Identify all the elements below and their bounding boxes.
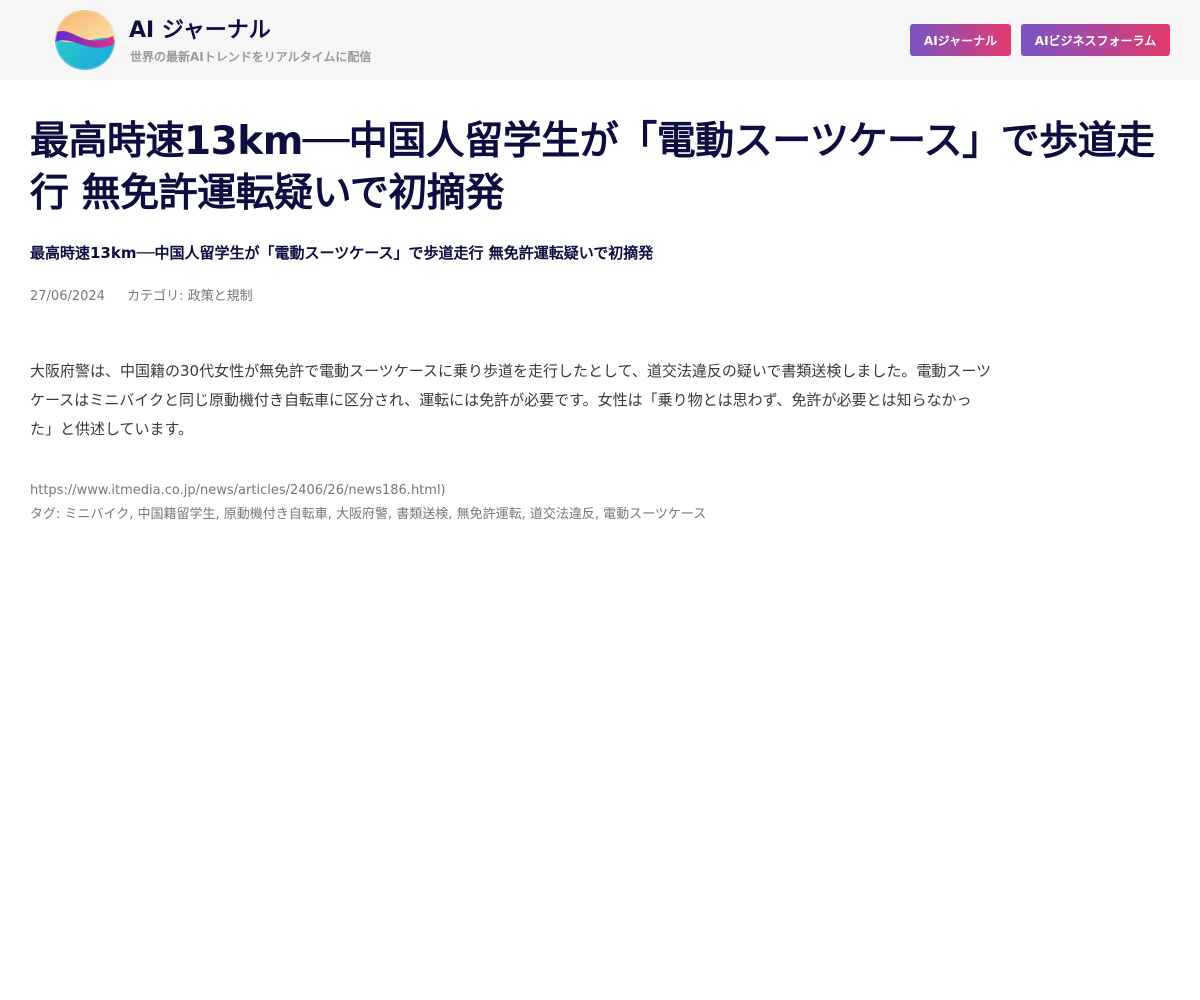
article: 最高時速13km──中国人留学生が「電動スーツケース」で歩道走行 無免許運転疑い…	[30, 116, 1170, 527]
source-link[interactable]: https://www.itmedia.co.jp/news/articles/…	[30, 479, 1170, 503]
site-title[interactable]: AI ジャーナル	[129, 17, 271, 45]
nav-button-ai-journal[interactable]: AIジャーナル	[910, 24, 1011, 56]
article-tags[interactable]: タグ: ミニバイク, 中国籍留学生, 原動機付き自転車, 大阪府警, 書類送検,…	[30, 503, 1170, 527]
article-title: 最高時速13km──中国人留学生が「電動スーツケース」で歩道走行 無免許運転疑い…	[30, 119, 1155, 216]
article-date: 27/06/2024	[30, 289, 105, 304]
site-header: AI ジャーナル 世界の最新AIトレンドをリアルタイムに配信 AIジャーナル A…	[0, 0, 1200, 80]
nav-button-ai-business-forum[interactable]: AIビジネスフォーラム	[1021, 24, 1170, 56]
article-subtitle: 最高時速13km──中国人留学生が「電動スーツケース」で歩道走行 無免許運転疑い…	[30, 244, 654, 262]
site-tagline: 世界の最新AIトレンドをリアルタイムに配信	[130, 50, 372, 64]
article-body: 大阪府警は、中国籍の30代女性が無免許で電動スーツケースに乗り歩道を走行したとし…	[30, 362, 992, 438]
article-meta: 27/06/2024 カテゴリ: 政策と規制	[30, 287, 1170, 307]
site-logo-icon[interactable]	[55, 10, 115, 70]
article-category[interactable]: カテゴリ: 政策と規制	[127, 289, 253, 304]
